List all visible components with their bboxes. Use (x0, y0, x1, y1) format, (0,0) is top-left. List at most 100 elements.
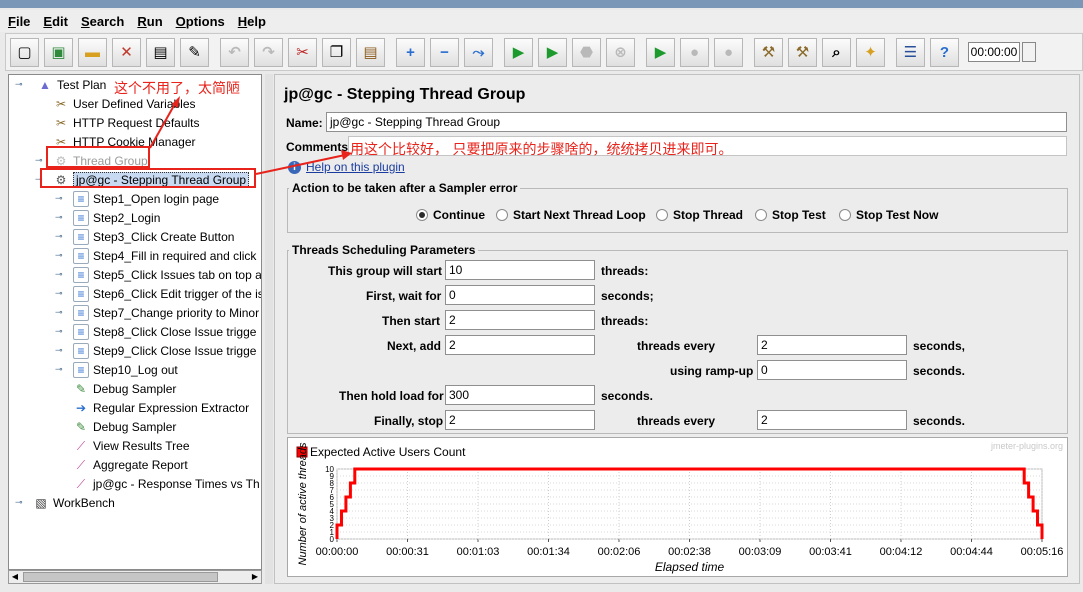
radio-icon (496, 209, 508, 221)
expand-handle-icon[interactable]: ⊸ (55, 194, 63, 203)
threads-unit-label-2: threads: (601, 314, 649, 328)
save-icon[interactable]: ▤ (146, 37, 175, 67)
tree-node-step9[interactable]: ⊸ ≡ Step9_Click Close Issue trigge (55, 342, 256, 360)
expand-handle-icon[interactable]: ⊸ (55, 365, 63, 374)
open-icon[interactable]: ▬ (78, 37, 107, 67)
first-wait-field[interactable]: 0 (445, 285, 595, 305)
x-tick-label: 00:04:12 (880, 546, 923, 558)
redo-icon[interactable]: ↷ (254, 37, 283, 67)
tree-node-debug-sampler[interactable]: ✎ Debug Sampler (73, 380, 176, 398)
x-tick-label: 00:00:00 (316, 546, 359, 558)
tree-node-test-plan[interactable]: ⊸ ▲ Test Plan (15, 76, 106, 94)
radio-continue[interactable]: Continue (416, 208, 485, 222)
group-start-field[interactable]: 10 (445, 260, 595, 280)
undo-icon[interactable]: ↶ (220, 37, 249, 67)
first-wait-label: First, wait for (366, 289, 442, 303)
finally-every-field[interactable]: 2 (757, 410, 907, 430)
help-icon[interactable]: ? (930, 37, 959, 67)
tree-node-step3[interactable]: ⊸ ≡ Step3_Click Create Button (55, 228, 234, 246)
sampler-error-legend: Action to be taken after a Sampler error (289, 181, 521, 195)
toggle-icon[interactable]: ⤳ (464, 37, 493, 67)
tree-node-step7[interactable]: ⊸ ≡ Step7_Change priority to Minor (55, 304, 259, 322)
copy-icon[interactable]: ❐ (322, 37, 351, 67)
tree-node-http-request-defaults[interactable]: ✂ HTTP Request Defaults (53, 114, 200, 132)
tree-node-regex-extractor[interactable]: ➔ Regular Expression Extractor (73, 399, 249, 417)
finally-stop-field[interactable]: 2 (445, 410, 595, 430)
radio-start-next-loop[interactable]: Start Next Thread Loop (496, 208, 646, 222)
remote-stop-icon[interactable]: ● (680, 37, 709, 67)
tree-node-workbench[interactable]: ⊸ ▧ WorkBench (15, 494, 115, 512)
tree-node-step1[interactable]: ⊸ ≡ Step1_Open login page (55, 190, 219, 208)
menu-options[interactable]: Options (176, 14, 225, 29)
expand-handle-icon[interactable]: ⊸ (15, 80, 23, 89)
start-no-pause-icon[interactable]: ▶ (538, 37, 567, 67)
expand-icon[interactable]: + (396, 37, 425, 67)
menu-help[interactable]: Help (238, 14, 266, 29)
scroll-thumb[interactable] (23, 572, 218, 582)
save-screenshot-icon[interactable]: ✎ (180, 37, 209, 67)
menu-run[interactable]: Run (137, 14, 162, 29)
seconds-dot-label-2: seconds. (601, 389, 654, 403)
next-every-field[interactable]: 2 (757, 335, 907, 355)
remote-start-icon[interactable]: ▶ (646, 37, 675, 67)
start-icon[interactable]: ▶ (504, 37, 533, 67)
threads-every-label-2: threads every (637, 414, 716, 428)
graph-icon: ⟋ (76, 457, 86, 472)
tree-node-step10[interactable]: ⊸ ≡ Step10_Log out (55, 361, 178, 379)
scroll-left-icon[interactable]: ◀ (9, 571, 21, 583)
tree-node-view-results-tree[interactable]: ⟋ View Results Tree (73, 437, 190, 455)
tree-node-step4[interactable]: ⊸ ≡ Step4_Fill in required and click (55, 247, 256, 265)
expand-handle-icon[interactable]: ⊸ (55, 232, 63, 241)
pen-icon: ✎ (75, 382, 87, 396)
collapse-icon[interactable]: − (430, 37, 459, 67)
remote-shutdown-icon[interactable]: ● (714, 37, 743, 67)
tree-node-step5[interactable]: ⊸ ≡ Step5_Click Issues tab on top a (55, 266, 261, 284)
radio-stop-test-now[interactable]: Stop Test Now (839, 208, 938, 222)
expand-handle-icon[interactable]: ⊸ (55, 346, 63, 355)
tree-node-response-times[interactable]: ⟋ jp@gc - Response Times vs Th (73, 475, 260, 493)
cut-icon[interactable]: ✂ (288, 37, 317, 67)
transaction-controller-icon: ≡ (73, 210, 89, 226)
scroll-right-icon[interactable]: ▶ (249, 571, 261, 583)
tree-node-step8[interactable]: ⊸ ≡ Step8_Click Close Issue trigge (55, 323, 256, 341)
function-helper-icon[interactable]: ☰ (896, 37, 925, 67)
new-icon[interactable]: ▢ (10, 37, 39, 67)
expand-handle-icon[interactable]: ⊸ (55, 251, 63, 260)
expand-handle-icon[interactable]: ⊸ (55, 289, 63, 298)
expand-handle-icon[interactable]: ⊸ (55, 327, 63, 336)
clear-icon[interactable]: ⚒ (754, 37, 783, 67)
x-tick-label: 00:05:16 (1021, 546, 1064, 558)
shutdown-icon[interactable]: ⊗ (606, 37, 635, 67)
hold-load-field[interactable]: 300 (445, 385, 595, 405)
ramp-up-field[interactable]: 0 (757, 360, 907, 380)
search-icon[interactable]: ⌕ (822, 37, 851, 67)
menu-search[interactable]: Search (81, 14, 124, 29)
menu-file[interactable]: File (8, 14, 30, 29)
tree-horizontal-scrollbar[interactable]: ◀ ▶ (8, 570, 262, 584)
name-field[interactable]: jp@gc - Stepping Thread Group (326, 112, 1067, 132)
clear-all-icon[interactable]: ⚒ (788, 37, 817, 67)
paste-icon[interactable]: ▤ (356, 37, 385, 67)
menu-bar: File Edit Search Run Options Help (0, 10, 1083, 32)
templates-icon[interactable]: ▣ (44, 37, 73, 67)
expand-handle-icon[interactable]: ⊸ (55, 213, 63, 222)
tree-node-debug-sampler-2[interactable]: ✎ Debug Sampler (73, 418, 176, 436)
menu-edit[interactable]: Edit (43, 14, 68, 29)
tree-node-step2[interactable]: ⊸ ≡ Step2_Login (55, 209, 160, 227)
close-icon[interactable]: ✕ (112, 37, 141, 67)
expand-handle-icon[interactable]: ⊸ (55, 308, 63, 317)
expand-handle-icon[interactable]: ⊸ (35, 156, 43, 165)
reset-search-icon[interactable]: ✦ (856, 37, 885, 67)
split-divider[interactable] (265, 74, 273, 584)
expand-handle-icon[interactable]: ⊸ (15, 498, 23, 507)
then-start-field[interactable]: 2 (445, 310, 595, 330)
tree-node-aggregate-report[interactable]: ⟋ Aggregate Report (73, 456, 188, 474)
tree-node-step6[interactable]: ⊸ ≡ Step6_Click Edit trigger of the is (55, 285, 261, 303)
expand-handle-icon[interactable]: ⊸ (55, 270, 63, 279)
radio-stop-thread[interactable]: Stop Thread (656, 208, 743, 222)
help-plugin-link[interactable]: Help on this plugin (306, 160, 405, 174)
next-add-field[interactable]: 2 (445, 335, 595, 355)
transaction-controller-icon: ≡ (73, 305, 89, 321)
stop-icon[interactable]: ⬣ (572, 37, 601, 67)
radio-stop-test[interactable]: Stop Test (755, 208, 826, 222)
